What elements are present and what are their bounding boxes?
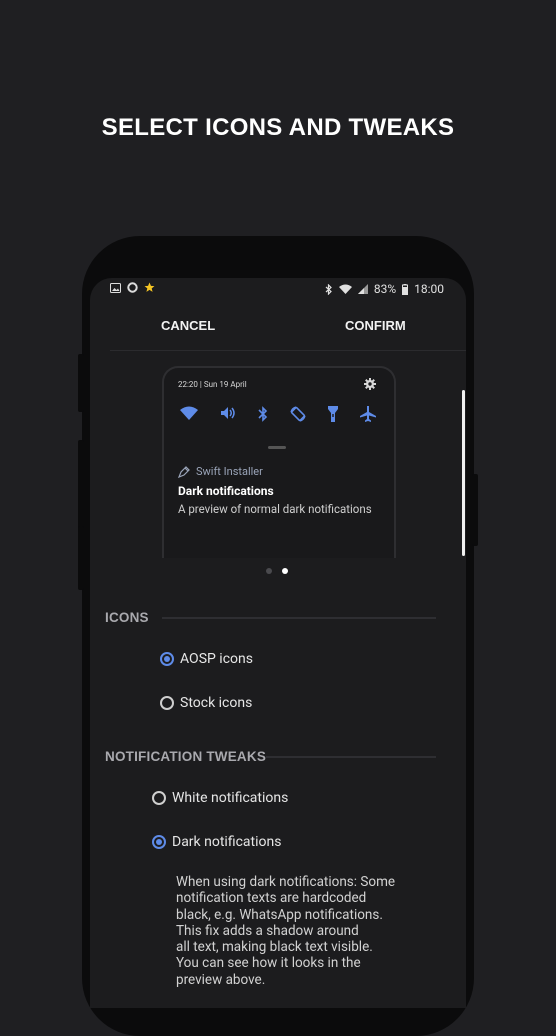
divider [110, 350, 466, 351]
preview-app-label: Swift Installer [196, 465, 263, 478]
radio-selected[interactable] [152, 835, 166, 849]
power-button [472, 474, 478, 546]
confirm-button[interactable]: CONFIRM [345, 318, 406, 333]
option-label: White notifications [172, 790, 289, 806]
option-label: Dark notifications [172, 834, 282, 850]
description-line: notification texts are hardcoded [176, 890, 367, 907]
pager-dot-active[interactable] [282, 568, 288, 574]
description-line: all text, making black text visible. [176, 939, 373, 956]
description-line: This fix adds a shadow around [176, 922, 359, 939]
volume-button [78, 354, 84, 412]
tweaks-section-heading: NOTIFICATION TWEAKS [105, 749, 267, 764]
volume-button-lower [78, 440, 84, 540]
preview-text: A preview of normal dark notifications [178, 502, 372, 516]
preview-app-name: Swift Installer [178, 465, 263, 478]
icons-section-heading: ICONS [105, 610, 149, 625]
section-divider [162, 617, 436, 619]
swift-installer-icon [178, 465, 190, 478]
status-bar: 83% 18:00 [90, 278, 466, 300]
description-line: When using dark notifications: Some [176, 874, 396, 890]
panel-handle [268, 446, 286, 449]
image-notification-icon [110, 282, 121, 293]
phone-screen: 83% 18:00 CANCEL CONFIRM 22:20 | Sun 19 … [90, 278, 466, 1008]
volume-icon [221, 407, 235, 419]
headline: SELECT ICONS AND TWEAKS [101, 114, 455, 141]
option-label: AOSP icons [180, 651, 253, 667]
preview-time-date: 22:20 | Sun 19 April [178, 380, 247, 389]
airplane-icon [360, 406, 376, 422]
pager-indicator [266, 568, 288, 574]
bluetooth-status-icon [325, 283, 332, 295]
clock: 18:00 [414, 282, 444, 296]
gear-icon [364, 378, 376, 390]
description-line: You can see how it looks in the [176, 955, 361, 972]
dialog-actions: CANCEL CONFIRM [90, 312, 466, 348]
auto-rotate-icon [290, 406, 306, 422]
pager-dot[interactable] [266, 568, 272, 574]
description-line: black, e.g. WhatsApp notifications. [176, 906, 383, 923]
cancel-button[interactable]: CANCEL [161, 318, 215, 333]
notification-preview: 22:20 | Sun 19 April Swift Installer Dar… [162, 366, 396, 558]
battery-icon [402, 283, 409, 295]
radio-unselected[interactable] [152, 791, 166, 805]
radio-selected[interactable] [160, 652, 174, 666]
option-stock-icons[interactable]: Stock icons [160, 695, 252, 711]
circle-notification-icon [127, 282, 138, 293]
battery-percent: 83% [373, 282, 397, 296]
wifi-status-icon [338, 284, 352, 294]
flashlight-icon [328, 406, 338, 422]
section-divider [266, 756, 436, 758]
radio-unselected[interactable] [160, 696, 174, 710]
wifi-icon [180, 406, 198, 420]
option-aosp-icons[interactable]: AOSP icons [160, 651, 253, 667]
option-dark-notifications[interactable]: Dark notifications [152, 834, 281, 850]
bluetooth-icon [258, 406, 268, 422]
scrollbar[interactable] [462, 390, 465, 556]
bixby-button [78, 526, 84, 590]
option-label: Stock icons [180, 695, 253, 711]
dark-notifications-description: When using dark notifications: Some noti… [176, 874, 426, 988]
preview-title: Dark notifications [178, 484, 274, 498]
quick-settings-row [180, 406, 376, 422]
option-white-notifications[interactable]: White notifications [152, 790, 288, 806]
star-notification-icon [144, 282, 155, 292]
description-line: preview above. [176, 971, 266, 988]
signal-status-icon [357, 284, 368, 294]
